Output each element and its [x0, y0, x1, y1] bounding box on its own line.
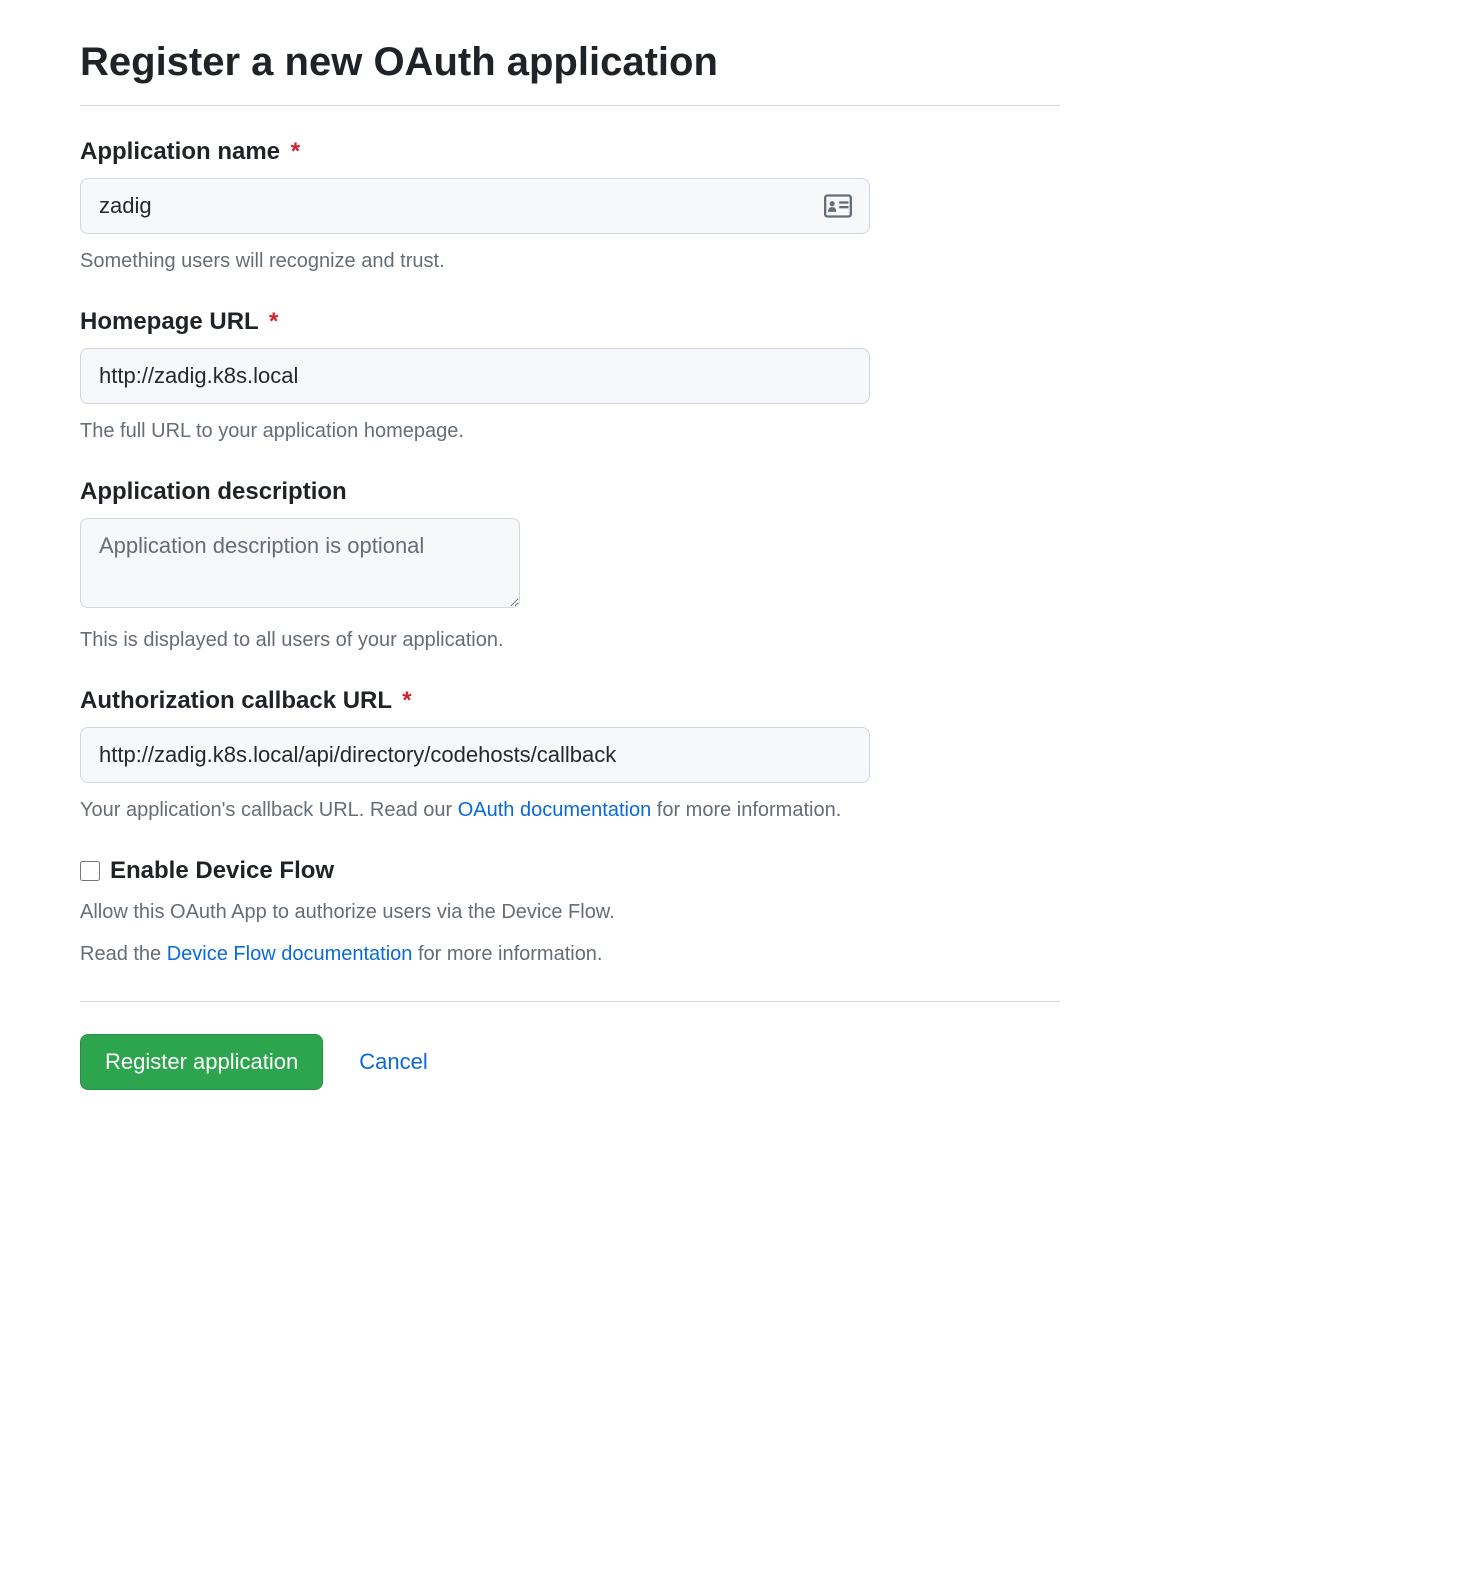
cancel-button[interactable]: Cancel [359, 1049, 427, 1075]
app-name-label-text: Application name [80, 138, 280, 165]
app-name-label: Application name * [80, 138, 1060, 166]
callback-url-label: Authorization callback URL * [80, 687, 1060, 715]
field-callback-url: Authorization callback URL * Your applic… [80, 687, 1060, 825]
device-flow-help-2: Read the Device Flow documentation for m… [80, 939, 1060, 969]
device-flow-help-2-prefix: Read the [80, 943, 167, 965]
callback-url-input[interactable] [80, 727, 870, 783]
homepage-url-label: Homepage URL * [80, 308, 1060, 336]
device-flow-docs-link[interactable]: Device Flow documentation [167, 943, 413, 965]
required-indicator: * [269, 308, 278, 335]
required-indicator: * [402, 687, 411, 714]
divider [80, 1001, 1060, 1002]
id-badge-icon [824, 194, 852, 218]
callback-url-help-prefix: Your application's callback URL. Read ou… [80, 799, 458, 821]
field-app-description: Application description This is displaye… [80, 478, 1060, 655]
device-flow-checkbox-row: Enable Device Flow [80, 857, 1060, 885]
callback-url-label-text: Authorization callback URL [80, 687, 392, 714]
divider [80, 105, 1060, 106]
homepage-url-label-text: Homepage URL [80, 308, 258, 335]
field-device-flow: Enable Device Flow Allow this OAuth App … [80, 857, 1060, 969]
page-title: Register a new OAuth application [80, 40, 1060, 85]
app-description-help: This is displayed to all users of your a… [80, 625, 1060, 655]
app-name-help: Something users will recognize and trust… [80, 246, 1060, 276]
field-app-name: Application name * Something users will … [80, 138, 1060, 276]
callback-url-help-suffix: for more information. [651, 799, 841, 821]
app-description-textarea[interactable] [80, 518, 520, 608]
device-flow-help-1: Allow this OAuth App to authorize users … [80, 897, 1060, 927]
app-name-input-wrapper [80, 178, 870, 234]
required-indicator: * [291, 138, 300, 165]
field-homepage-url: Homepage URL * The full URL to your appl… [80, 308, 1060, 446]
register-button[interactable]: Register application [80, 1034, 323, 1090]
button-row: Register application Cancel [80, 1034, 1060, 1090]
homepage-url-help: The full URL to your application homepag… [80, 416, 1060, 446]
homepage-url-input[interactable] [80, 348, 870, 404]
device-flow-help-2-suffix: for more information. [412, 943, 602, 965]
oauth-docs-link[interactable]: OAuth documentation [458, 799, 651, 821]
app-description-label: Application description [80, 478, 1060, 506]
device-flow-label: Enable Device Flow [110, 857, 334, 885]
app-name-input[interactable] [80, 178, 870, 234]
callback-url-help: Your application's callback URL. Read ou… [80, 795, 1060, 825]
device-flow-checkbox[interactable] [80, 861, 100, 881]
